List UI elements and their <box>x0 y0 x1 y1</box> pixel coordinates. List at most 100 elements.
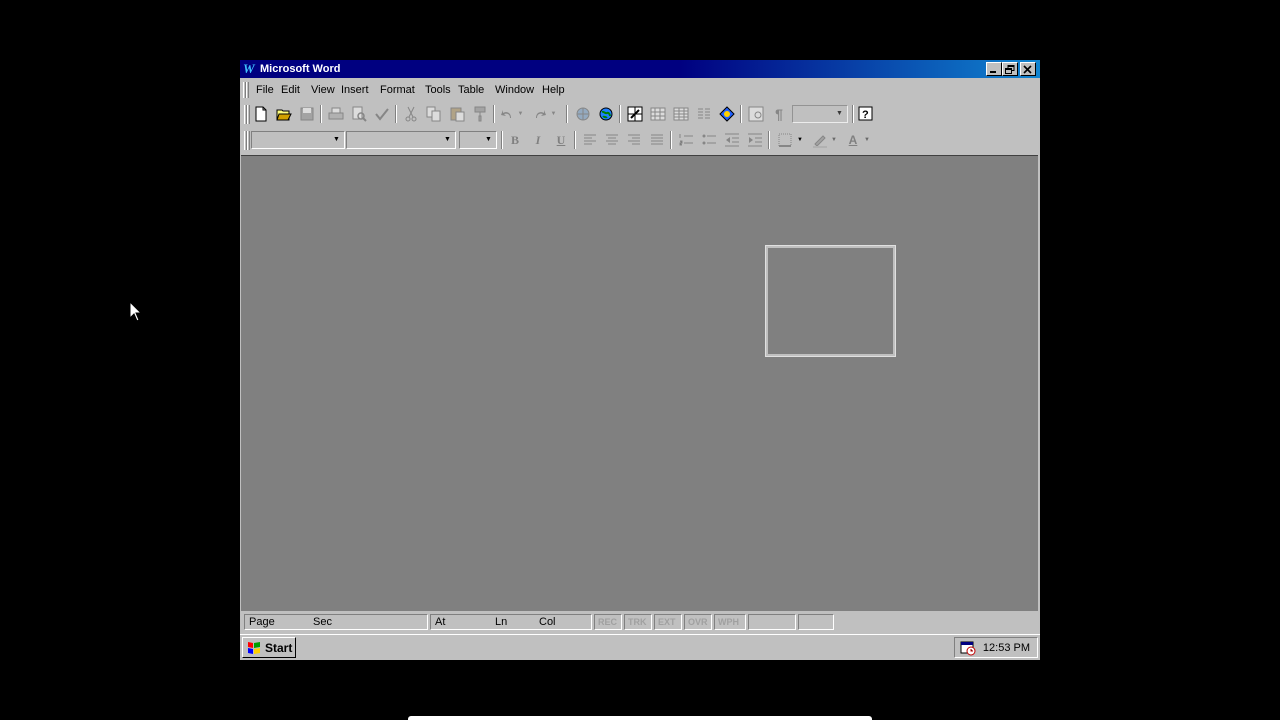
print-preview-icon <box>352 106 367 122</box>
document-map-button[interactable] <box>746 104 766 124</box>
toolbar-separator <box>670 131 672 149</box>
status-section: Sec <box>313 616 332 628</box>
align-left-button[interactable] <box>580 130 600 150</box>
start-button[interactable]: Start <box>242 637 296 658</box>
zoom-combobox[interactable]: ▼ <box>792 105 848 123</box>
restore-icon <box>1005 65 1015 74</box>
scheduler-tray-icon[interactable] <box>960 640 976 656</box>
status-rec[interactable]: REC <box>598 616 617 628</box>
restore-button[interactable] <box>1002 62 1018 76</box>
undo-dropdown-button[interactable]: ▼ <box>516 104 525 124</box>
close-icon <box>1023 65 1032 74</box>
font-size-dropdown-icon[interactable]: ▼ <box>482 133 495 147</box>
document-workspace[interactable] <box>241 155 1038 611</box>
print-preview-button[interactable] <box>349 104 369 124</box>
printer-icon <box>328 107 344 120</box>
borders-button[interactable] <box>775 130 795 150</box>
status-save-panel <box>798 614 834 630</box>
redo-dropdown-button[interactable]: ▼ <box>549 104 558 124</box>
italic-button[interactable]: I <box>528 130 548 150</box>
menu-file[interactable]: File <box>256 84 274 97</box>
status-location-panel <box>430 614 592 630</box>
justify-button[interactable] <box>647 130 667 150</box>
menu-table[interactable]: Table <box>458 84 484 97</box>
insert-spreadsheet-button[interactable] <box>671 104 691 124</box>
cut-button[interactable] <box>401 104 421 124</box>
new-button[interactable] <box>251 104 271 124</box>
spelling-button[interactable] <box>372 104 392 124</box>
insert-table-button[interactable] <box>648 104 668 124</box>
style-dropdown-icon[interactable]: ▼ <box>330 133 343 147</box>
zoom-dropdown-icon[interactable]: ▼ <box>833 107 846 121</box>
font-color-dropdown-button[interactable]: ▼ <box>862 130 872 150</box>
taskbar-clock[interactable]: 12:53 PM <box>983 642 1030 654</box>
drawing-button[interactable] <box>717 104 737 124</box>
svg-text:?: ? <box>862 109 869 121</box>
tables-and-borders-button[interactable] <box>625 104 645 124</box>
paste-button[interactable] <box>447 104 467 124</box>
highlight-dropdown-button[interactable]: ▼ <box>829 130 839 150</box>
status-page: Page <box>249 616 275 628</box>
close-button[interactable] <box>1020 62 1036 76</box>
copy-button[interactable] <box>424 104 444 124</box>
formatting-toolbar-grip-2 <box>247 131 250 150</box>
borders-dropdown-button[interactable]: ▼ <box>795 130 805 150</box>
toolbar-separator <box>395 105 397 123</box>
font-combobox[interactable]: ▼ <box>346 131 456 149</box>
menu-tools[interactable]: Tools <box>425 84 451 97</box>
columns-icon <box>698 108 710 119</box>
show-hide-button[interactable]: ¶ <box>769 104 789 124</box>
align-center-icon <box>606 134 618 145</box>
font-dropdown-icon[interactable]: ▼ <box>441 133 454 147</box>
status-ext[interactable]: EXT <box>658 616 676 628</box>
help-button[interactable]: ? <box>856 104 876 124</box>
format-painter-icon <box>474 106 486 122</box>
decrease-indent-button[interactable] <box>722 130 742 150</box>
title-bar[interactable]: W Microsoft Word <box>240 60 1040 78</box>
minimize-button[interactable] <box>986 62 1002 76</box>
redo-button[interactable] <box>532 104 548 124</box>
menu-insert[interactable]: Insert <box>341 84 369 97</box>
drawing-shapes-icon <box>719 106 735 122</box>
menu-format-label: Format <box>380 84 415 96</box>
columns-button[interactable] <box>694 104 714 124</box>
print-button[interactable] <box>326 104 346 124</box>
menu-view[interactable]: View <box>311 84 335 97</box>
numbering-button[interactable] <box>676 130 696 150</box>
menu-help[interactable]: Help <box>542 84 565 97</box>
web-toolbar-button[interactable] <box>596 104 616 124</box>
status-trk[interactable]: TRK <box>628 616 647 628</box>
undo-button[interactable] <box>499 104 515 124</box>
word-window: W Microsoft Word File Edit View Insert F… <box>240 60 1040 660</box>
font-size-combobox[interactable]: ▼ <box>459 131 497 149</box>
increase-indent-button[interactable] <box>745 130 765 150</box>
spreadsheet-icon <box>673 107 689 121</box>
status-spelling-panel[interactable] <box>748 614 796 630</box>
insert-hyperlink-button[interactable] <box>573 104 593 124</box>
bold-button[interactable]: B <box>505 130 525 150</box>
bullets-button[interactable] <box>699 130 719 150</box>
format-painter-button[interactable] <box>470 104 490 124</box>
toolbar-separator <box>574 131 576 149</box>
menu-window[interactable]: Window <box>495 84 534 97</box>
underline-button[interactable]: U <box>551 130 571 150</box>
toolbar-separator <box>852 105 854 123</box>
highlight-button[interactable] <box>810 130 830 150</box>
floating-toolbar-outline[interactable] <box>765 245 896 357</box>
align-center-button[interactable] <box>602 130 622 150</box>
standard-toolbar: ▼ ▼ ¶ ▼ ? <box>240 102 1040 126</box>
menu-edit[interactable]: Edit <box>281 84 300 97</box>
increase-indent-icon <box>748 133 762 147</box>
word-app-icon[interactable]: W <box>243 61 257 77</box>
font-color-button[interactable]: A <box>843 130 863 150</box>
draw-table-icon <box>627 106 643 122</box>
align-right-button[interactable] <box>624 130 644 150</box>
status-ovr[interactable]: OVR <box>688 616 708 628</box>
save-button[interactable] <box>297 104 317 124</box>
open-button[interactable] <box>274 104 294 124</box>
style-combobox[interactable]: ▼ <box>251 131 345 149</box>
menu-format[interactable]: Format <box>380 84 415 97</box>
status-wph[interactable]: WPH <box>718 616 739 628</box>
menu-table-label: Table <box>458 84 485 96</box>
align-left-icon <box>584 134 596 145</box>
